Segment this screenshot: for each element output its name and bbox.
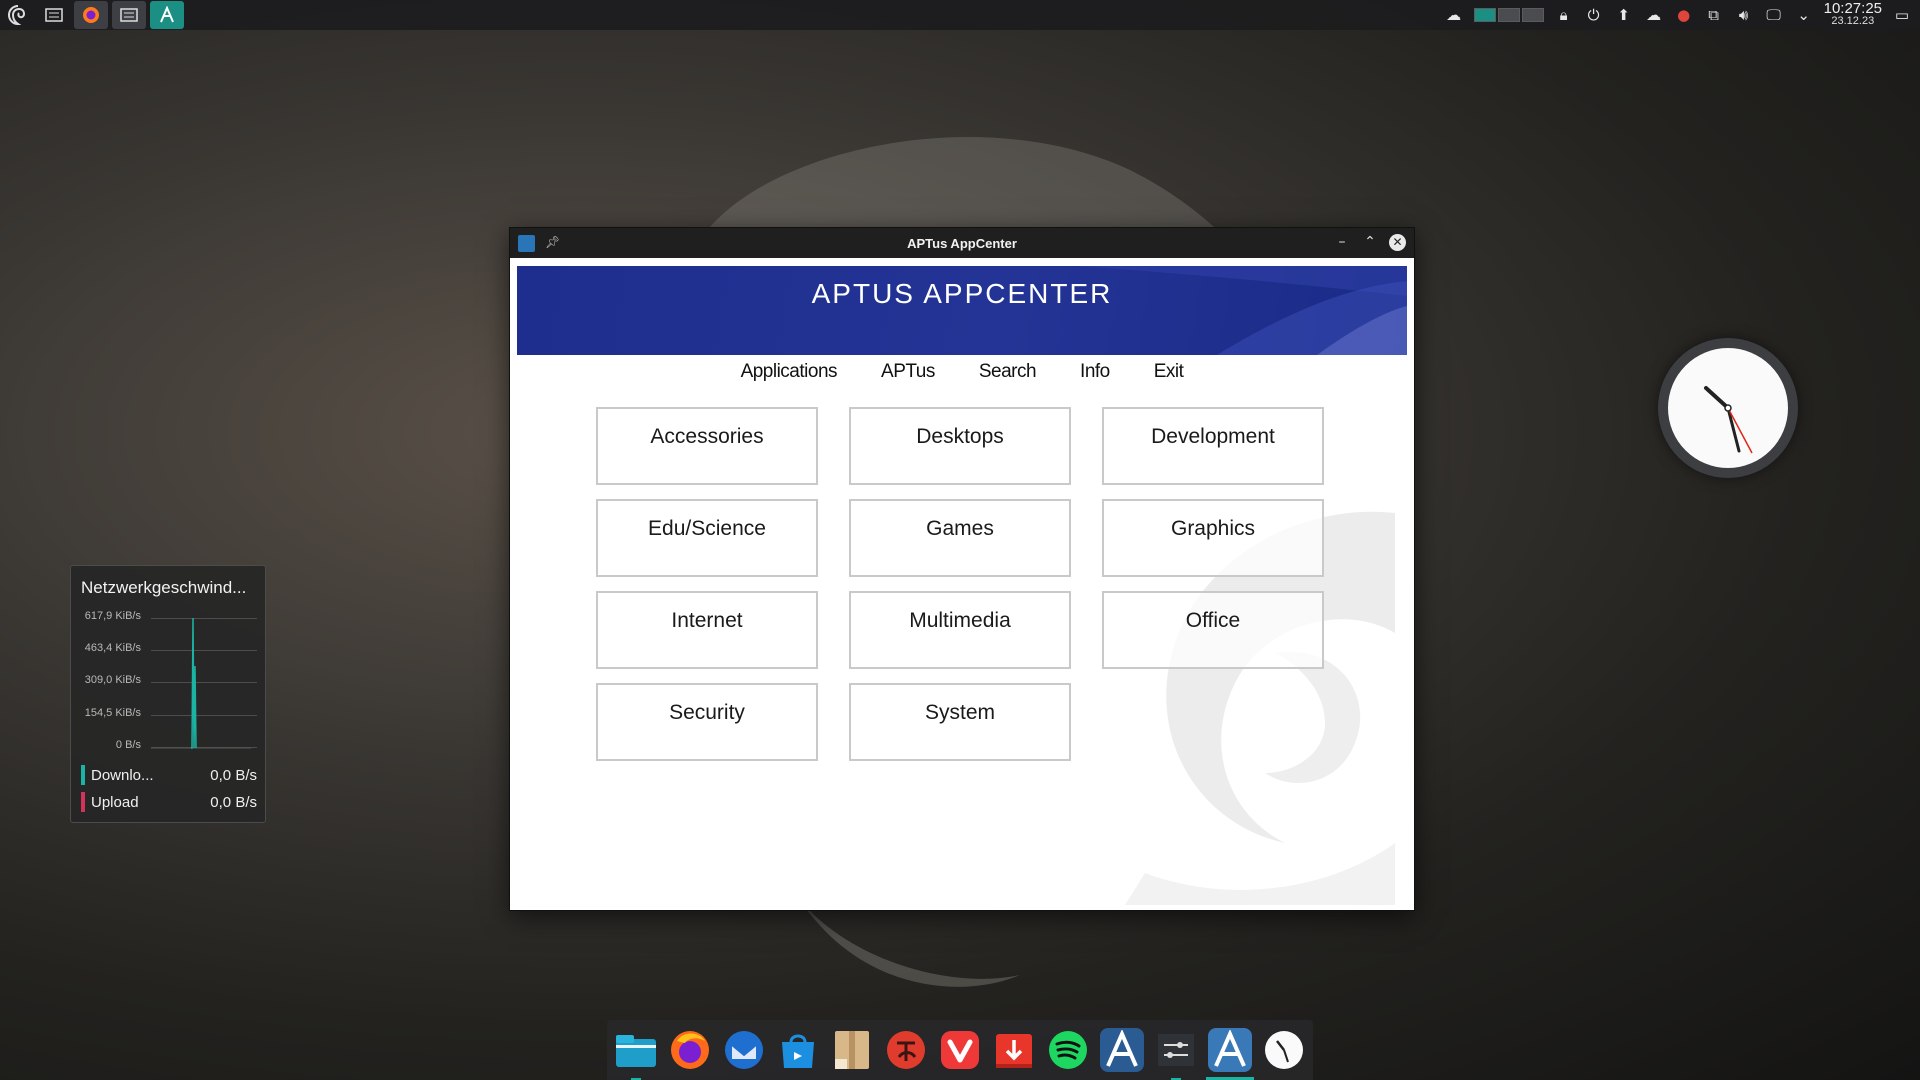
hour-hand bbox=[1704, 386, 1730, 410]
download-label: Downlo... bbox=[91, 766, 154, 784]
aptus-appcenter-window: 📌︎ APTus AppCenter – ⌃ ✕ APTUS APPCENTER… bbox=[509, 227, 1415, 911]
menu-applications[interactable]: Applications bbox=[741, 361, 838, 383]
taskbar-aptus-appcenter[interactable] bbox=[150, 1, 184, 29]
debian-swirl-icon bbox=[7, 5, 26, 26]
clock-time: 10:27:25 bbox=[1823, 0, 1882, 17]
upload-label: Upload bbox=[91, 793, 139, 811]
top-panel: ☁ 🔒︎ ⏻ ⬆ ☁ ● ⧉ 🔊︎ 🖵 ⌄ 10:27:25 23.12.23 … bbox=[0, 0, 1920, 30]
clock-date: 23.12.23 bbox=[1831, 15, 1875, 27]
app-launcher-button[interactable] bbox=[2, 1, 34, 29]
desktop-1[interactable] bbox=[1473, 8, 1496, 22]
category-graphics-button[interactable]: Graphics bbox=[1102, 499, 1324, 577]
desktop-2[interactable] bbox=[1497, 8, 1520, 22]
clock-hands bbox=[1704, 386, 1753, 454]
upload-row: Upload 0,0 B/s bbox=[81, 791, 257, 813]
axis-label: 617,9 KiB/s bbox=[84, 610, 141, 622]
widget-title: Netzwerkgeschwind... bbox=[81, 578, 247, 597]
minimize-button[interactable]: – bbox=[1333, 232, 1351, 252]
network-graph bbox=[151, 617, 251, 749]
window-titlebar[interactable]: 📌︎ APTus AppCenter – ⌃ ✕ bbox=[510, 228, 1414, 258]
cloud-sync-icon[interactable]: ☁ bbox=[1444, 5, 1464, 25]
category-games-button[interactable]: Games bbox=[849, 499, 1071, 577]
lock-icon[interactable]: 🔒︎ bbox=[1554, 5, 1574, 25]
main-menu: Applications APTus Search Info Exit bbox=[515, 361, 1409, 383]
virtual-desktop-pager[interactable] bbox=[1473, 8, 1544, 22]
category-internet-button[interactable]: Internet bbox=[596, 591, 818, 669]
clipboard-icon[interactable]: ⧉ bbox=[1704, 5, 1724, 25]
debian-tool-icon[interactable] bbox=[884, 1028, 928, 1072]
dock bbox=[607, 1020, 1313, 1080]
axis-label: 309,0 KiB/s bbox=[84, 674, 141, 686]
thunderbird-icon[interactable] bbox=[722, 1028, 766, 1072]
second-hand bbox=[1727, 407, 1753, 454]
chevron-down-icon[interactable]: ⌄ bbox=[1794, 5, 1814, 25]
category-edu-science-button[interactable]: Edu/Science bbox=[596, 499, 818, 577]
user-icon[interactable]: ● bbox=[1674, 5, 1694, 25]
menu-info[interactable]: Info bbox=[1080, 361, 1110, 383]
display-icon[interactable]: 🖵 bbox=[1764, 5, 1784, 25]
download-value: 0,0 B/s bbox=[210, 766, 257, 784]
window-content: APTUS APPCENTER Applications APTus Searc… bbox=[515, 263, 1409, 905]
close-button[interactable]: ✕ bbox=[1389, 233, 1406, 251]
banner-title: APTUS APPCENTER bbox=[811, 278, 1113, 309]
taskbar-firefox[interactable] bbox=[74, 1, 108, 29]
show-desktop-button[interactable] bbox=[38, 1, 70, 29]
sliders-icon bbox=[120, 8, 138, 22]
minute-hand bbox=[1726, 406, 1741, 453]
aptus-icon[interactable] bbox=[1100, 1028, 1144, 1072]
downloader-icon[interactable] bbox=[992, 1028, 1036, 1072]
firefox-icon bbox=[83, 7, 99, 23]
analog-clock-widget[interactable] bbox=[1658, 338, 1798, 478]
category-accessories-button[interactable]: Accessories bbox=[596, 407, 818, 485]
category-system-button[interactable]: System bbox=[849, 683, 1071, 761]
category-multimedia-button[interactable]: Multimedia bbox=[849, 591, 1071, 669]
archive-icon[interactable] bbox=[830, 1028, 874, 1072]
menu-search[interactable]: Search bbox=[979, 361, 1037, 383]
power-icon[interactable]: ⏻ bbox=[1584, 5, 1604, 25]
aptus-appcenter-icon[interactable] bbox=[1206, 1028, 1254, 1080]
header-banner: APTUS APPCENTER bbox=[517, 266, 1407, 355]
axis-label: 463,4 KiB/s bbox=[84, 642, 141, 654]
category-security-button[interactable]: Security bbox=[596, 683, 818, 761]
desktop-3[interactable] bbox=[1521, 8, 1544, 22]
file-manager-icon[interactable] bbox=[614, 1028, 658, 1080]
vivaldi-icon[interactable] bbox=[938, 1028, 982, 1072]
network-speed-widget: Netzwerkgeschwind... 617,9 KiB/s 463,4 K… bbox=[70, 565, 266, 823]
clock-icon[interactable] bbox=[1262, 1028, 1306, 1072]
volume-icon[interactable]: 🔊︎ bbox=[1734, 5, 1754, 25]
sliders-icon bbox=[45, 8, 63, 22]
taskbar-settings[interactable] bbox=[112, 1, 146, 29]
panel-clock[interactable]: 10:27:25 23.12.23 bbox=[1823, 0, 1882, 28]
menu-exit[interactable]: Exit bbox=[1154, 361, 1184, 383]
show-desktop-icon[interactable]: ▭ bbox=[1892, 5, 1912, 25]
category-office-button[interactable]: Office bbox=[1102, 591, 1324, 669]
axis-label: 0 B/s bbox=[115, 739, 141, 751]
category-grid: Accessories Desktops Development Edu/Sci… bbox=[596, 407, 1324, 761]
updates-icon[interactable]: ⬆ bbox=[1614, 5, 1634, 25]
upload-color-swatch bbox=[81, 792, 85, 812]
axis-label: 154,5 KiB/s bbox=[84, 707, 141, 719]
maximize-button[interactable]: ⌃ bbox=[1361, 232, 1379, 252]
window-title: APTus AppCenter bbox=[907, 235, 1017, 251]
spotify-icon[interactable] bbox=[1046, 1028, 1090, 1072]
software-store-icon[interactable] bbox=[776, 1028, 820, 1072]
category-desktops-button[interactable]: Desktops bbox=[849, 407, 1071, 485]
upload-value: 0,0 B/s bbox=[210, 793, 257, 811]
category-development-button[interactable]: Development bbox=[1102, 407, 1324, 485]
firefox-icon[interactable] bbox=[668, 1028, 712, 1072]
download-row: Downlo... 0,0 B/s bbox=[81, 764, 257, 786]
aptus-icon bbox=[160, 6, 174, 23]
network-cloud-icon[interactable]: ☁ bbox=[1644, 5, 1664, 25]
clock-face bbox=[1668, 348, 1788, 468]
settings-icon[interactable] bbox=[1154, 1028, 1198, 1080]
download-color-swatch bbox=[81, 765, 85, 785]
menu-aptus[interactable]: APTus bbox=[881, 361, 935, 383]
